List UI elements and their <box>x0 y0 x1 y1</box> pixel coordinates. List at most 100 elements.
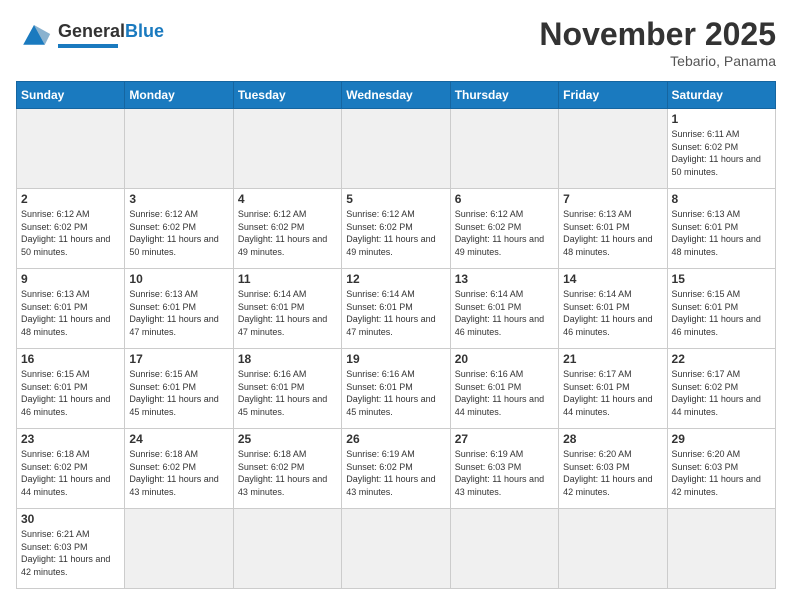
day-number: 6 <box>455 192 554 206</box>
calendar-header-saturday: Saturday <box>667 82 775 109</box>
calendar-header-friday: Friday <box>559 82 667 109</box>
day-number: 3 <box>129 192 228 206</box>
day-number: 11 <box>238 272 337 286</box>
calendar-row-3: 16 Sunrise: 6:15 AM Sunset: 6:01 PM Dayli… <box>17 349 776 429</box>
calendar-table: SundayMondayTuesdayWednesdayThursdayFrid… <box>16 81 776 589</box>
day-number: 5 <box>346 192 445 206</box>
day-info: Sunrise: 6:18 AM Sunset: 6:02 PM Dayligh… <box>238 448 337 498</box>
calendar-cell: 25 Sunrise: 6:18 AM Sunset: 6:02 PM Dayli… <box>233 429 341 509</box>
location-label: Tebario, Panama <box>539 53 776 69</box>
day-info: Sunrise: 6:18 AM Sunset: 6:02 PM Dayligh… <box>129 448 228 498</box>
day-number: 17 <box>129 352 228 366</box>
day-number: 30 <box>21 512 120 526</box>
calendar-row-5: 30 Sunrise: 6:21 AM Sunset: 6:03 PM Dayli… <box>17 509 776 589</box>
day-info: Sunrise: 6:18 AM Sunset: 6:02 PM Dayligh… <box>21 448 120 498</box>
day-number: 15 <box>672 272 771 286</box>
calendar-cell: 16Sunrise: 6:15 AM Sunset: 6:01 PM Dayli… <box>17 349 125 429</box>
logo: GeneralBlue <box>16 16 164 52</box>
calendar-cell <box>342 109 450 189</box>
calendar-cell: 5 Sunrise: 6:12 AM Sunset: 6:02 PM Daylig… <box>342 189 450 269</box>
calendar-cell: 15 Sunrise: 6:15 AM Sunset: 6:01 PM Dayli… <box>667 269 775 349</box>
calendar-cell <box>125 509 233 589</box>
calendar-row-2: 9 Sunrise: 6:13 AM Sunset: 6:01 PM Daylig… <box>17 269 776 349</box>
day-info: Sunrise: 6:12 AM Sunset: 6:02 PM Dayligh… <box>21 208 120 258</box>
calendar-header-row: SundayMondayTuesdayWednesdayThursdayFrid… <box>17 82 776 109</box>
calendar-cell: 17 Sunrise: 6:15 AM Sunset: 6:01 PM Dayli… <box>125 349 233 429</box>
calendar-cell <box>233 509 341 589</box>
logo-blue: Blue <box>125 21 164 41</box>
calendar-cell <box>559 109 667 189</box>
calendar-cell <box>342 509 450 589</box>
calendar-cell <box>450 509 558 589</box>
calendar-cell <box>667 509 775 589</box>
calendar-cell: 19 Sunrise: 6:16 AM Sunset: 6:01 PM Dayli… <box>342 349 450 429</box>
day-number: 1 <box>672 112 771 126</box>
day-info: Sunrise: 6:14 AM Sunset: 6:01 PM Dayligh… <box>238 288 337 338</box>
calendar-cell: 14Sunrise: 6:14 AM Sunset: 6:01 PM Dayli… <box>559 269 667 349</box>
day-number: 10 <box>129 272 228 286</box>
day-info: Sunrise: 6:16 AM Sunset: 6:01 PM Dayligh… <box>346 368 445 418</box>
day-info: Sunrise: 6:13 AM Sunset: 6:01 PM Dayligh… <box>129 288 228 338</box>
logo-underline <box>58 44 118 48</box>
day-number: 9 <box>21 272 120 286</box>
calendar-row-4: 23Sunrise: 6:18 AM Sunset: 6:02 PM Dayli… <box>17 429 776 509</box>
calendar-cell: 13Sunrise: 6:14 AM Sunset: 6:01 PM Dayli… <box>450 269 558 349</box>
calendar-cell: 18Sunrise: 6:16 AM Sunset: 6:01 PM Dayli… <box>233 349 341 429</box>
day-number: 24 <box>129 432 228 446</box>
calendar-cell: 28 Sunrise: 6:20 AM Sunset: 6:03 PM Dayli… <box>559 429 667 509</box>
day-info: Sunrise: 6:17 AM Sunset: 6:01 PM Dayligh… <box>563 368 662 418</box>
calendar-cell: 20 Sunrise: 6:16 AM Sunset: 6:01 PM Dayli… <box>450 349 558 429</box>
day-info: Sunrise: 6:12 AM Sunset: 6:02 PM Dayligh… <box>455 208 554 258</box>
day-number: 12 <box>346 272 445 286</box>
calendar-row-1: 2 Sunrise: 6:12 AM Sunset: 6:02 PM Daylig… <box>17 189 776 269</box>
day-info: Sunrise: 6:15 AM Sunset: 6:01 PM Dayligh… <box>129 368 228 418</box>
calendar-cell <box>125 109 233 189</box>
day-number: 8 <box>672 192 771 206</box>
logo-general: General <box>58 21 125 41</box>
calendar-header-sunday: Sunday <box>17 82 125 109</box>
day-number: 29 <box>672 432 771 446</box>
calendar-cell <box>450 109 558 189</box>
day-info: Sunrise: 6:17 AM Sunset: 6:02 PM Dayligh… <box>672 368 771 418</box>
day-number: 19 <box>346 352 445 366</box>
page-header: GeneralBlue November 2025 Tebario, Panam… <box>16 16 776 69</box>
day-number: 16 <box>21 352 120 366</box>
month-title: November 2025 <box>539 16 776 53</box>
calendar-cell: 12 Sunrise: 6:14 AM Sunset: 6:01 PM Dayli… <box>342 269 450 349</box>
day-number: 7 <box>563 192 662 206</box>
day-info: Sunrise: 6:16 AM Sunset: 6:01 PM Dayligh… <box>238 368 337 418</box>
calendar-cell: 1Sunrise: 6:11 AM Sunset: 6:02 PM Daylig… <box>667 109 775 189</box>
day-info: Sunrise: 6:15 AM Sunset: 6:01 PM Dayligh… <box>672 288 771 338</box>
day-number: 28 <box>563 432 662 446</box>
day-info: Sunrise: 6:12 AM Sunset: 6:02 PM Dayligh… <box>346 208 445 258</box>
day-info: Sunrise: 6:21 AM Sunset: 6:03 PM Dayligh… <box>21 528 120 578</box>
calendar-cell: 23Sunrise: 6:18 AM Sunset: 6:02 PM Dayli… <box>17 429 125 509</box>
day-info: Sunrise: 6:13 AM Sunset: 6:01 PM Dayligh… <box>563 208 662 258</box>
day-info: Sunrise: 6:12 AM Sunset: 6:02 PM Dayligh… <box>129 208 228 258</box>
day-number: 26 <box>346 432 445 446</box>
day-number: 2 <box>21 192 120 206</box>
calendar-cell: 7 Sunrise: 6:13 AM Sunset: 6:01 PM Daylig… <box>559 189 667 269</box>
calendar-cell: 8Sunrise: 6:13 AM Sunset: 6:01 PM Daylig… <box>667 189 775 269</box>
day-info: Sunrise: 6:20 AM Sunset: 6:03 PM Dayligh… <box>563 448 662 498</box>
day-number: 22 <box>672 352 771 366</box>
day-info: Sunrise: 6:14 AM Sunset: 6:01 PM Dayligh… <box>563 288 662 338</box>
calendar-cell <box>559 509 667 589</box>
day-info: Sunrise: 6:16 AM Sunset: 6:01 PM Dayligh… <box>455 368 554 418</box>
day-info: Sunrise: 6:14 AM Sunset: 6:01 PM Dayligh… <box>346 288 445 338</box>
calendar-cell: 29Sunrise: 6:20 AM Sunset: 6:03 PM Dayli… <box>667 429 775 509</box>
day-info: Sunrise: 6:19 AM Sunset: 6:02 PM Dayligh… <box>346 448 445 498</box>
day-number: 21 <box>563 352 662 366</box>
logo-text-block: GeneralBlue <box>58 21 164 48</box>
day-info: Sunrise: 6:19 AM Sunset: 6:03 PM Dayligh… <box>455 448 554 498</box>
day-number: 20 <box>455 352 554 366</box>
logo-icon <box>16 16 52 52</box>
calendar-cell: 4Sunrise: 6:12 AM Sunset: 6:02 PM Daylig… <box>233 189 341 269</box>
logo-name: GeneralBlue <box>58 21 164 42</box>
day-number: 4 <box>238 192 337 206</box>
calendar-cell: 22 Sunrise: 6:17 AM Sunset: 6:02 PM Dayli… <box>667 349 775 429</box>
day-number: 13 <box>455 272 554 286</box>
day-number: 25 <box>238 432 337 446</box>
calendar-cell: 30 Sunrise: 6:21 AM Sunset: 6:03 PM Dayli… <box>17 509 125 589</box>
calendar-cell: 6 Sunrise: 6:12 AM Sunset: 6:02 PM Daylig… <box>450 189 558 269</box>
